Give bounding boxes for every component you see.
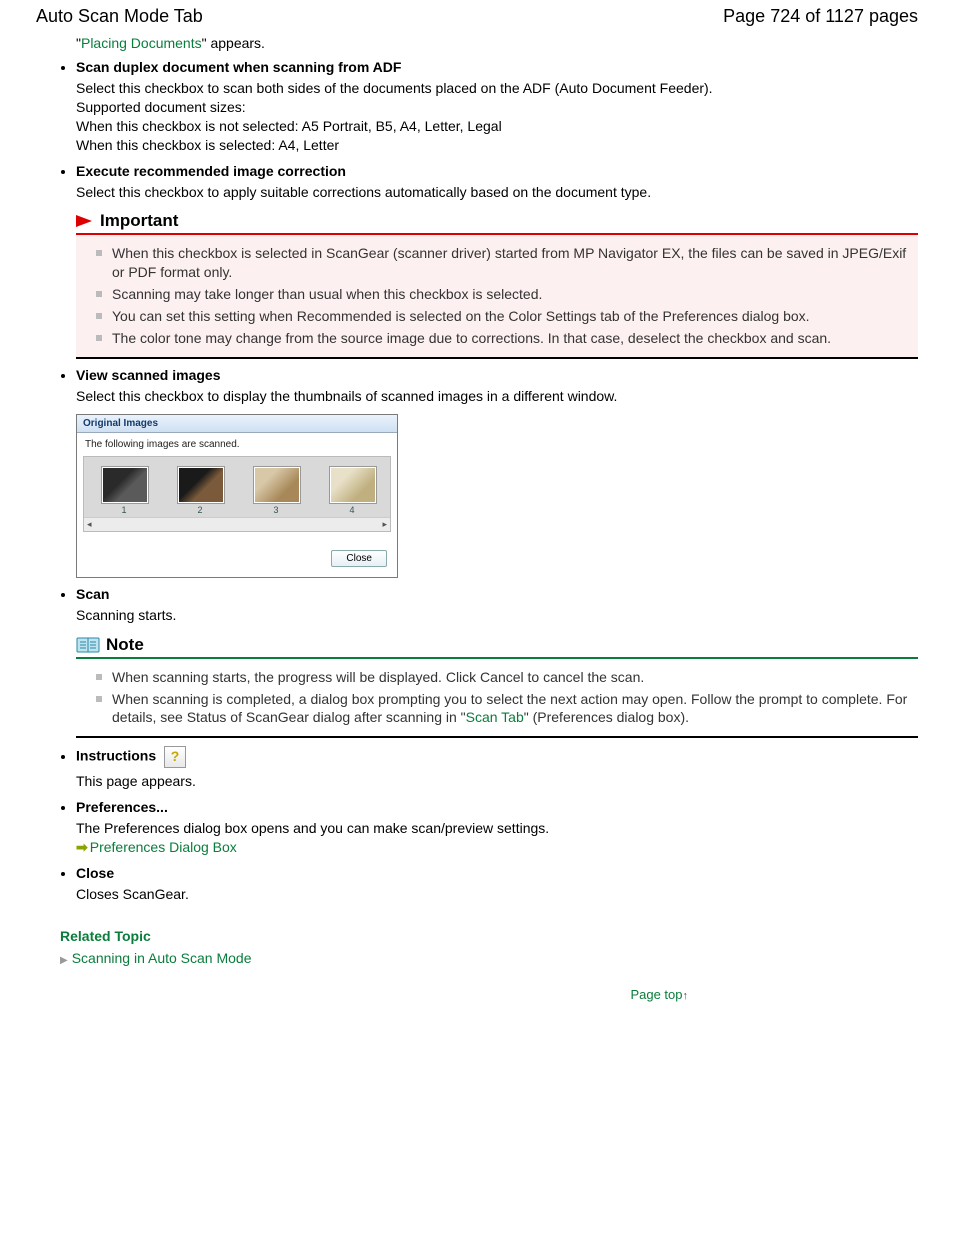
item-preferences: Preferences... The Preferences dialog bo…	[76, 799, 918, 857]
page-title: Auto Scan Mode Tab	[36, 6, 203, 27]
important-bullet: When this checkbox is selected in ScanGe…	[96, 244, 912, 282]
important-title: Important	[100, 211, 178, 231]
triangle-icon: ▶	[60, 955, 68, 966]
item-head: Close	[76, 865, 918, 881]
important-callout: Important When this checkbox is selected…	[76, 211, 918, 358]
book-icon	[76, 636, 102, 654]
help-icon[interactable]: ?	[164, 746, 186, 768]
thumbnail: 1	[102, 467, 146, 515]
note-title: Note	[106, 635, 144, 655]
note-bullet: When scanning is completed, a dialog box…	[96, 690, 912, 728]
shot-title: Original Images	[77, 415, 397, 433]
arrow-icon: ➡	[76, 839, 88, 855]
item-head: Execute recommended image correction	[76, 163, 918, 179]
thumbnail: 3	[254, 467, 298, 515]
item-head: Scan	[76, 586, 918, 602]
related-topic-link[interactable]: Scanning in Auto Scan Mode	[72, 950, 252, 966]
related-topic-link-row: ▶ Scanning in Auto Scan Mode	[60, 950, 918, 966]
item-scan-duplex: Scan duplex document when scanning from …	[76, 59, 918, 155]
thumbnail: 4	[330, 467, 374, 515]
related-topic-heading: Related Topic	[60, 928, 918, 944]
item-close: Close Closes ScanGear.	[76, 865, 918, 904]
placing-documents-link[interactable]: Placing Documents	[81, 35, 202, 51]
preferences-dialog-link[interactable]: Preferences Dialog Box	[90, 839, 237, 855]
scrollbar[interactable]: ◂▸	[84, 517, 390, 531]
intro-line: "Placing Documents" appears.	[36, 35, 918, 51]
item-head: Scan duplex document when scanning from …	[76, 59, 918, 75]
note-callout: Note When scanning starts, the progress …	[76, 635, 918, 739]
page-indicator: Page 724 of 1127 pages	[723, 6, 918, 27]
item-execute-correction: Execute recommended image correction Sel…	[76, 163, 918, 359]
item-head: Preferences...	[76, 799, 918, 815]
item-view-scanned: View scanned images Select this checkbox…	[76, 367, 918, 578]
note-bullet: When scanning starts, the progress will …	[96, 668, 912, 687]
item-instructions: Instructions ? This page appears.	[76, 746, 918, 791]
item-head: View scanned images	[76, 367, 918, 383]
page-top-link[interactable]: Page top	[630, 987, 682, 1002]
item-head: Instructions	[76, 748, 156, 764]
item-scan: Scan Scanning starts. Note	[76, 586, 918, 739]
shot-subtitle: The following images are scanned.	[77, 433, 397, 456]
flag-icon	[76, 213, 96, 229]
scan-tab-link[interactable]: Scan Tab	[466, 709, 524, 725]
screenshot-original-images: Original Images The following images are…	[76, 414, 398, 578]
important-bullet: Scanning may take longer than usual when…	[96, 285, 912, 304]
important-bullet: The color tone may change from the sourc…	[96, 329, 912, 348]
up-arrow-icon: ↑	[683, 990, 689, 1002]
close-button[interactable]: Close	[331, 550, 387, 567]
thumbnail: 2	[178, 467, 222, 515]
important-bullet: You can set this setting when Recommende…	[96, 307, 912, 326]
